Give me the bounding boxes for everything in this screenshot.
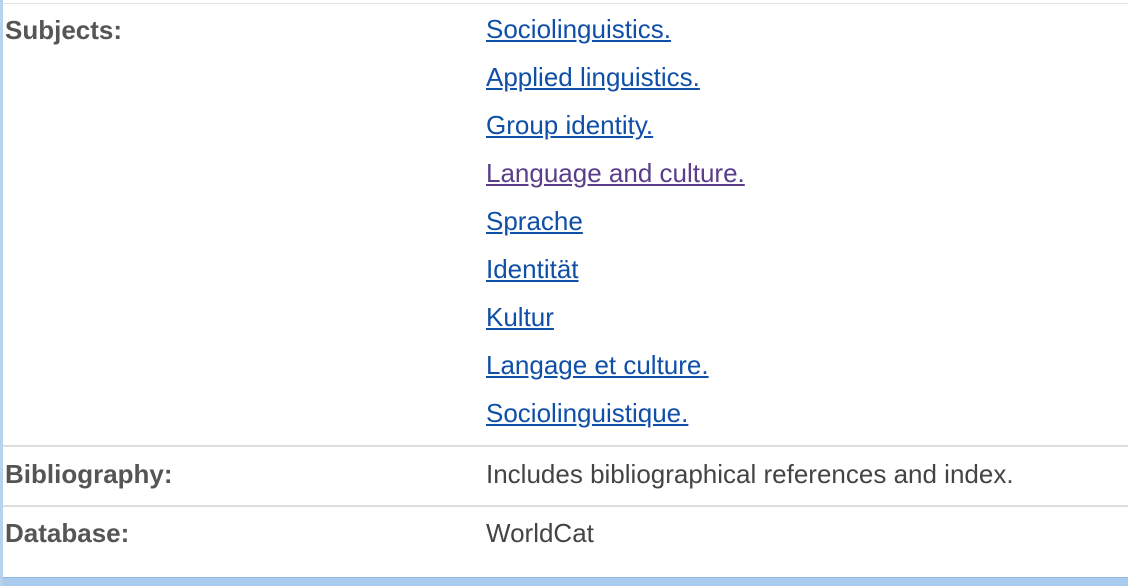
subject-link-sociolinguistics[interactable]: Sociolinguistics. bbox=[486, 5, 745, 53]
bibliography-value: Includes bibliographical references and … bbox=[486, 459, 1014, 489]
record-details-panel: Subjects: Sociolinguistics. Applied ling… bbox=[0, 0, 1128, 586]
bibliography-row: Bibliography: Includes bibliographical r… bbox=[3, 447, 1128, 505]
subject-link-applied-linguistics[interactable]: Applied linguistics. bbox=[486, 53, 745, 101]
subject-link-language-and-culture[interactable]: Language and culture. bbox=[486, 149, 745, 197]
top-divider bbox=[3, 3, 1128, 4]
database-label: Database: bbox=[5, 518, 130, 548]
bibliography-label: Bibliography: bbox=[5, 459, 173, 489]
subject-link-langage-et-culture[interactable]: Langage et culture. bbox=[486, 341, 745, 389]
subject-link-group-identity[interactable]: Group identity. bbox=[486, 101, 745, 149]
subjects-list: Sociolinguistics. Applied linguistics. G… bbox=[486, 5, 745, 437]
database-row: Database: WorldCat bbox=[3, 507, 1128, 577]
database-value: WorldCat bbox=[486, 518, 594, 548]
subject-link-sociolinguistique[interactable]: Sociolinguistique. bbox=[486, 389, 745, 437]
subject-link-sprache[interactable]: Sprache bbox=[486, 197, 745, 245]
subject-link-kultur[interactable]: Kultur bbox=[486, 293, 745, 341]
subjects-label: Subjects: bbox=[5, 15, 123, 45]
subjects-row: Subjects: Sociolinguistics. Applied ling… bbox=[3, 5, 1128, 445]
subject-link-identitat[interactable]: Identität bbox=[486, 245, 745, 293]
bottom-border-bar bbox=[3, 577, 1128, 586]
